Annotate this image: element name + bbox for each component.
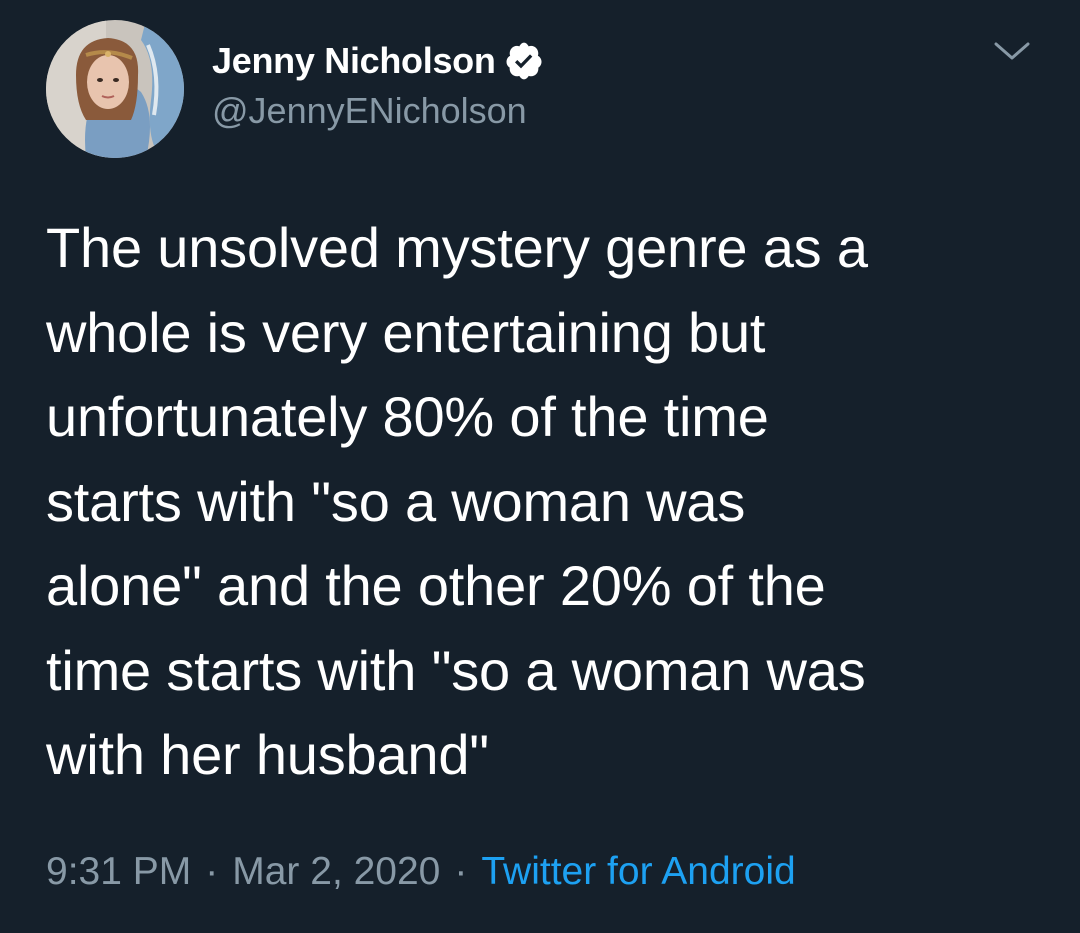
chevron-down-icon[interactable] xyxy=(990,36,1034,66)
tweet-text-line: with her husband" xyxy=(46,723,489,786)
tweet-date[interactable]: Mar 2, 2020 xyxy=(232,850,440,894)
tweet-text-line: unfortunately 80% of the time xyxy=(46,385,769,448)
meta-separator: · xyxy=(454,850,468,893)
tweet-card: Jenny Nicholson @JennyENicholson The uns… xyxy=(0,0,1080,933)
tweet-source-link[interactable]: Twitter for Android xyxy=(481,850,795,894)
tweet-text-line: time starts with "so a woman was xyxy=(46,638,866,702)
avatar[interactable] xyxy=(46,20,184,158)
tweet-text: The unsolved mystery genre as a whole is… xyxy=(46,206,1056,798)
verified-badge-icon xyxy=(504,41,544,81)
tweet-text-line: starts with "so a woman was xyxy=(46,469,746,533)
meta-separator: · xyxy=(205,850,219,893)
author-name: Jenny Nicholson xyxy=(212,40,496,81)
avatar-image xyxy=(46,20,184,158)
tweet-text-line: whole is very entertaining but xyxy=(46,300,766,364)
tweet-time[interactable]: 9:31 PM xyxy=(46,850,191,894)
tweet-text-line: alone" and the other 20% of the xyxy=(46,554,826,617)
tweet-meta: 9:31 PM · Mar 2, 2020 · Twitter for Andr… xyxy=(46,850,796,894)
author-name-row[interactable]: Jenny Nicholson xyxy=(212,36,544,86)
tweet-text-line: The unsolved mystery genre as a xyxy=(46,216,868,279)
author-handle[interactable]: @JennyENicholson xyxy=(212,90,527,132)
